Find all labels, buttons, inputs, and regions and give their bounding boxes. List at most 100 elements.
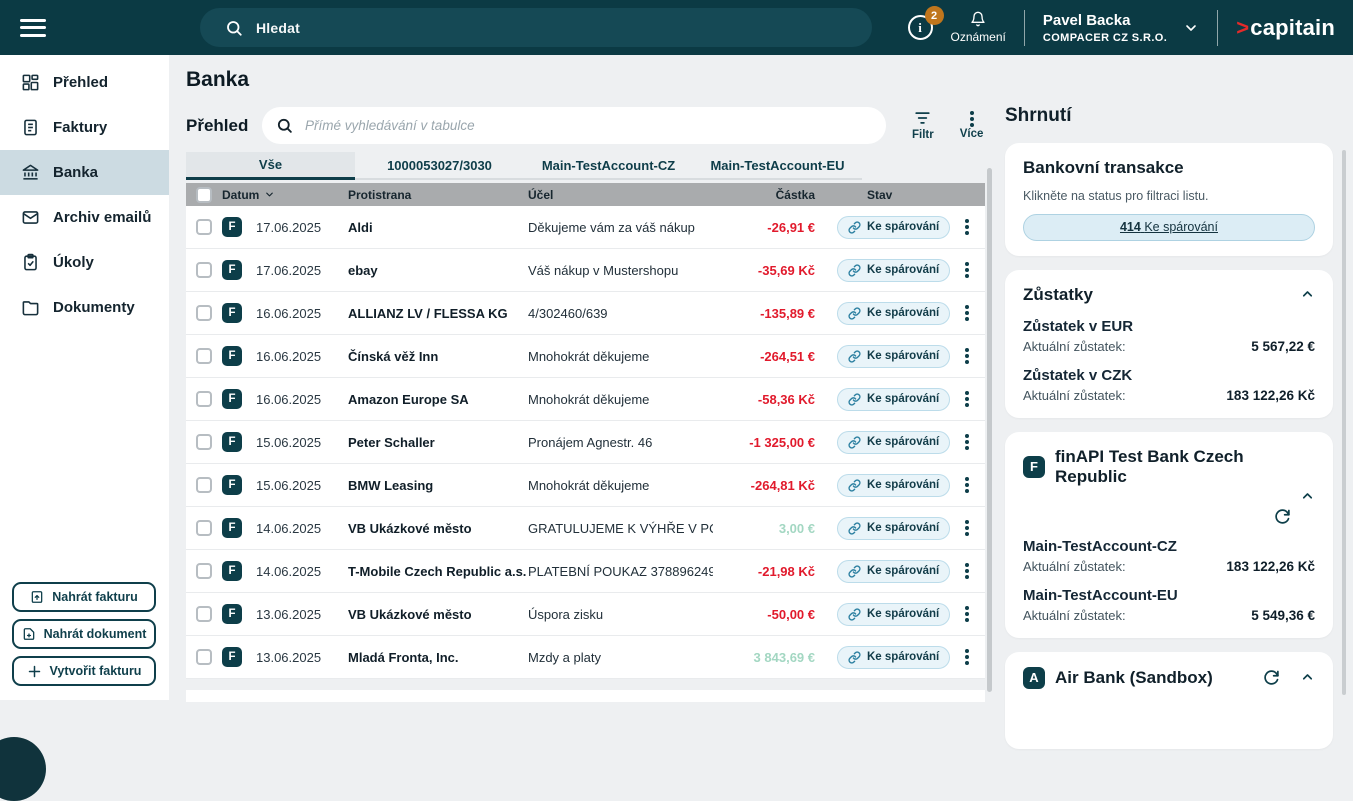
row-checkbox[interactable] — [196, 520, 212, 536]
sidebar-item-faktury[interactable]: Faktury — [0, 105, 169, 150]
tab-vse[interactable]: Vše — [186, 152, 355, 180]
row-checkbox[interactable] — [196, 219, 212, 235]
transaction-date: 15.06.2025 — [256, 478, 348, 493]
transaction-purpose: Mnohokrát děkujeme — [528, 392, 713, 407]
status-chip[interactable]: Ke spárování — [837, 517, 950, 540]
collapse-chevron-up-icon[interactable] — [1300, 670, 1315, 685]
row-menu-button[interactable] — [949, 649, 985, 665]
column-header-castka[interactable]: Částka — [713, 188, 825, 202]
table-row[interactable]: F 14.06.2025 VB Ukázkové město GRATULUJE… — [186, 507, 985, 550]
column-header-ucel[interactable]: Účel — [528, 188, 713, 202]
summary-title: Shrnutí — [1005, 105, 1333, 127]
status-chip[interactable]: Ke spárování — [837, 431, 950, 454]
table-row[interactable]: F 14.06.2025 T-Mobile Czech Republic a.s… — [186, 550, 985, 593]
tab-account-number[interactable]: 1000053027/3030 — [355, 152, 524, 180]
bank-source-badge: F — [222, 561, 242, 581]
bank-source-badge: F — [222, 475, 242, 495]
transaction-counterparty: BMW Leasing — [348, 478, 528, 493]
collapse-chevron-up-icon[interactable] — [1300, 287, 1315, 302]
row-menu-button[interactable] — [949, 606, 985, 622]
row-checkbox[interactable] — [196, 477, 212, 493]
status-chip[interactable]: Ke spárování — [837, 646, 950, 669]
create-invoice-button[interactable]: Vytvořit fakturu — [12, 656, 156, 686]
table-row[interactable]: F 15.06.2025 BMW Leasing Mnohokrát děkuj… — [186, 464, 985, 507]
row-checkbox[interactable] — [196, 391, 212, 407]
brand-logo[interactable]: >capitain — [1236, 15, 1335, 41]
status-chip[interactable]: Ke spárování — [837, 560, 950, 583]
to-match-status-pill[interactable]: 414 Ke spárování — [1023, 214, 1315, 241]
row-menu-button[interactable] — [949, 219, 985, 235]
row-checkbox[interactable] — [196, 649, 212, 665]
refresh-icon[interactable] — [1274, 508, 1291, 525]
column-header-protistrana[interactable]: Protistrana — [348, 188, 528, 202]
sidebar-item-ukoly[interactable]: Úkoly — [0, 240, 169, 285]
row-checkbox[interactable] — [196, 262, 212, 278]
row-menu-button[interactable] — [949, 262, 985, 278]
balance-name: Zůstatek v CZK — [1023, 367, 1315, 384]
row-checkbox[interactable] — [196, 305, 212, 321]
summary-scrollbar[interactable] — [1342, 150, 1346, 695]
sidebar-item-label: Faktury — [53, 119, 107, 136]
table-row[interactable]: F 17.06.2025 ebay Váš nákup v Mustershop… — [186, 249, 985, 292]
info-button[interactable]: i 2 — [908, 15, 933, 40]
status-chip[interactable]: Ke spárování — [837, 474, 950, 497]
status-chip[interactable]: Ke spárování — [837, 216, 950, 239]
table-search-input[interactable] — [303, 117, 872, 134]
tab-main-testaccount-cz[interactable]: Main-TestAccount-CZ — [524, 152, 693, 180]
status-chip[interactable]: Ke spárování — [837, 603, 950, 626]
transaction-amount: 3,00 € — [713, 521, 825, 536]
table-row[interactable]: F 16.06.2025 ALLIANZ LV / FLESSA KG 4/30… — [186, 292, 985, 335]
select-all-checkbox[interactable] — [196, 187, 212, 203]
upload-invoice-button[interactable]: Nahrát fakturu — [12, 582, 156, 612]
sidebar-item-prehled[interactable]: Přehled — [0, 60, 169, 105]
sidebar-item-archiv-emailu[interactable]: Archiv emailů — [0, 195, 169, 240]
row-menu-button[interactable] — [949, 563, 985, 579]
table-row[interactable]: F 13.06.2025 Mladá Fronta, Inc. Mzdy a p… — [186, 636, 985, 679]
table-row[interactable]: F 16.06.2025 Čínská věž Inn Mnohokrát dě… — [186, 335, 985, 378]
table-row[interactable]: F 15.06.2025 Peter Schaller Pronájem Agn… — [186, 421, 985, 464]
row-menu-button[interactable] — [949, 434, 985, 450]
status-chip[interactable]: Ke spárování — [837, 302, 950, 325]
transaction-amount: -135,89 € — [713, 306, 825, 321]
row-checkbox[interactable] — [196, 563, 212, 579]
status-chip[interactable]: Ke spárování — [837, 259, 950, 282]
collapse-chevron-up-icon[interactable] — [1300, 489, 1315, 504]
column-header-datum[interactable]: Datum — [222, 188, 348, 202]
table-search — [262, 107, 886, 144]
search-icon — [276, 117, 293, 134]
transaction-amount: -264,81 Kč — [713, 478, 825, 493]
upload-document-button[interactable]: Nahrát dokument — [12, 619, 156, 649]
refresh-icon[interactable] — [1263, 669, 1280, 686]
table-row[interactable]: F 13.06.2025 VB Ukázkové město Úspora zi… — [186, 593, 985, 636]
row-checkbox[interactable] — [196, 434, 212, 450]
upload-invoice-label: Nahrát fakturu — [52, 590, 137, 604]
sidebar-item-banka[interactable]: Banka — [0, 150, 169, 195]
chat-widget[interactable] — [0, 737, 46, 801]
column-header-stav[interactable]: Stav — [825, 188, 949, 202]
row-checkbox[interactable] — [196, 348, 212, 364]
notifications-button[interactable]: Oznámení — [951, 11, 1006, 44]
row-menu-button[interactable] — [949, 391, 985, 407]
bell-icon — [970, 11, 986, 27]
upload-invoice-icon — [30, 590, 44, 604]
table-row[interactable]: F 17.06.2025 Aldi Děkujeme vám za váš ná… — [186, 206, 985, 249]
table-row[interactable]: F 16.06.2025 Amazon Europe SA Mnohokrát … — [186, 378, 985, 421]
status-chip[interactable]: Ke spárování — [837, 345, 950, 368]
status-chip[interactable]: Ke spárování — [837, 388, 950, 411]
more-button[interactable]: Více — [960, 112, 984, 140]
row-menu-button[interactable] — [949, 477, 985, 493]
sidebar-item-dokumenty[interactable]: Dokumenty — [0, 285, 169, 330]
filter-button[interactable]: Filtr — [912, 111, 934, 141]
table-header: Datum Protistrana Účel Částka Stav — [186, 183, 985, 206]
kebab-icon — [965, 569, 969, 573]
user-menu[interactable]: Pavel Backa COMPACER CZ S.R.O. — [1043, 12, 1199, 44]
row-menu-button[interactable] — [949, 520, 985, 536]
hamburger-menu-icon[interactable] — [20, 14, 46, 41]
row-menu-button[interactable] — [949, 305, 985, 321]
row-checkbox[interactable] — [196, 606, 212, 622]
tab-main-testaccount-eu[interactable]: Main-TestAccount-EU — [693, 152, 862, 180]
global-search-input[interactable]: Hledat — [200, 8, 872, 47]
table-scrollbar[interactable] — [987, 168, 992, 692]
transaction-date: 13.06.2025 — [256, 650, 348, 665]
row-menu-button[interactable] — [949, 348, 985, 364]
